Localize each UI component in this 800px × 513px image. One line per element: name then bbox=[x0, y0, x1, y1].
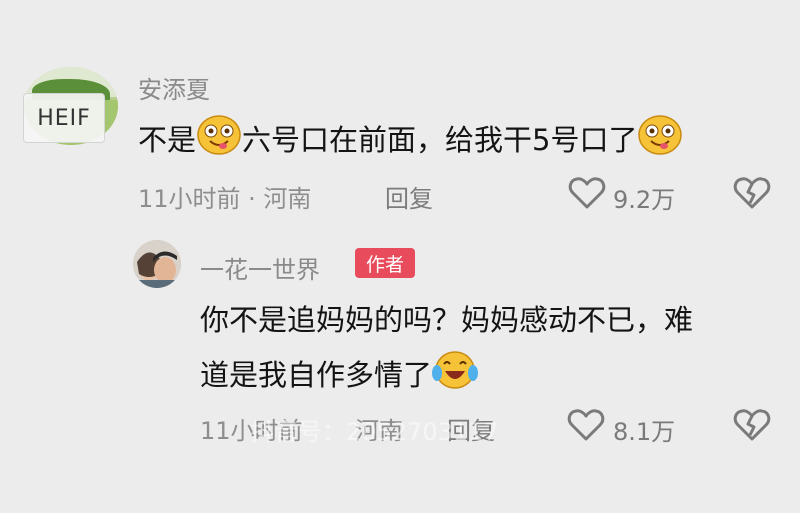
comment-username[interactable]: 安添夏 bbox=[138, 70, 210, 105]
smiling-emoji-icon bbox=[637, 114, 683, 163]
reply-text-line-2: 道是我自作多情了 bbox=[200, 349, 479, 398]
author-badge: 作者 bbox=[355, 248, 415, 278]
broken-heart-icon[interactable] bbox=[733, 177, 771, 214]
watermark: 抖音号：2052703117 bbox=[250, 418, 499, 446]
heart-outline-icon[interactable] bbox=[568, 177, 606, 214]
laughing-tears-emoji-icon bbox=[432, 349, 479, 398]
like-button[interactable] bbox=[568, 176, 606, 214]
dislike-button[interactable] bbox=[733, 176, 771, 214]
comment-text-part-a: 不是 bbox=[138, 123, 197, 157]
reply-text-line-2-text: 道是我自作多情了 bbox=[200, 358, 433, 392]
comment-text-part-b: 六号口在前面，给我干5号口了 bbox=[242, 123, 638, 157]
smiling-emoji-icon bbox=[196, 114, 242, 163]
reply-username[interactable]: 一花一世界 bbox=[200, 250, 320, 285]
reply-dislike-button[interactable] bbox=[733, 408, 771, 446]
reply-like-count: 8.1万 bbox=[613, 418, 676, 446]
reply-avatar-photo bbox=[133, 240, 181, 288]
broken-heart-icon[interactable] bbox=[733, 409, 771, 446]
heart-outline-icon[interactable] bbox=[567, 409, 605, 446]
reply-avatar[interactable] bbox=[133, 240, 181, 288]
comment-reply-button[interactable]: 回复 bbox=[385, 179, 433, 214]
comment-text: 不是 六号口在前面，给我干5号口了 bbox=[138, 114, 683, 163]
reply-text-line-1: 你不是追妈妈的吗？妈妈感动不已，难 bbox=[200, 303, 694, 337]
like-count: 9.2万 bbox=[613, 186, 676, 214]
reply-like-button[interactable] bbox=[567, 408, 605, 446]
heif-badge: HEIF bbox=[23, 93, 105, 143]
comment-time-location: 11小时前 · 河南 bbox=[138, 185, 312, 213]
